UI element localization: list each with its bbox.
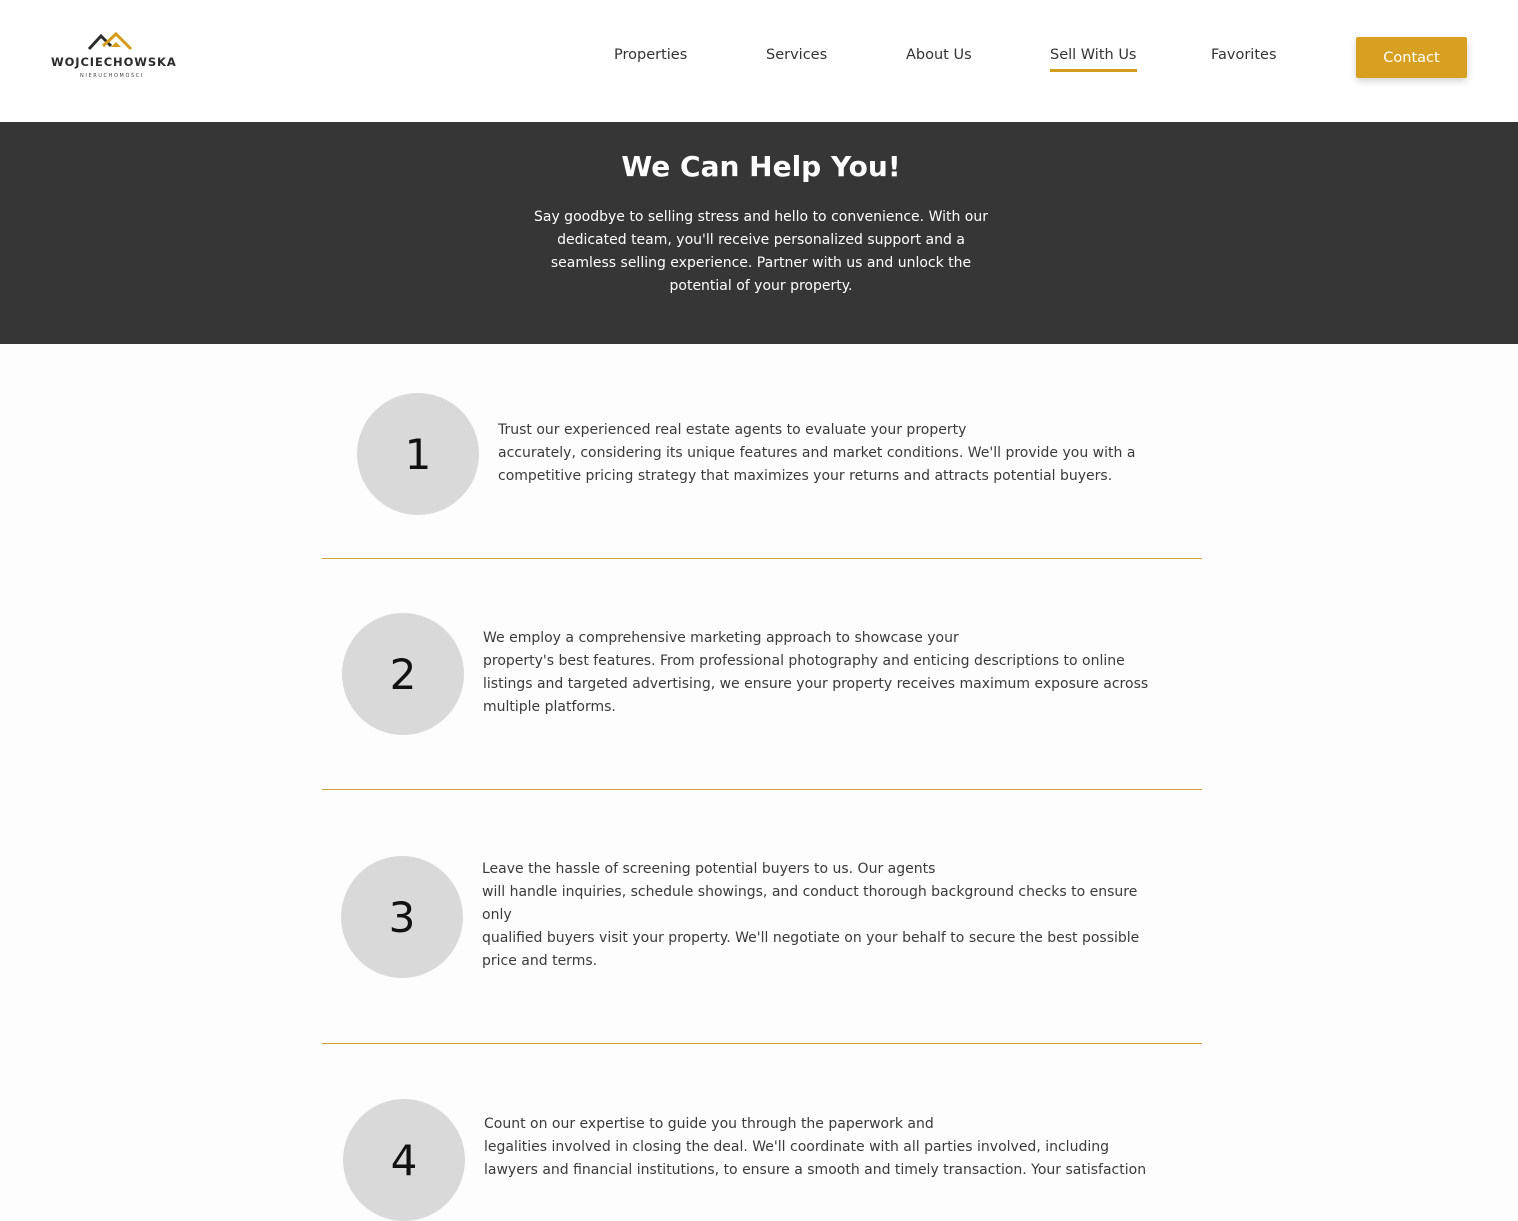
hero-line: Say goodbye to selling stress and hello …	[533, 209, 988, 225]
logo-name: WOJCIECHOWSKA	[51, 55, 177, 69]
nav-services[interactable]: Services	[766, 47, 827, 69]
step-line: Trust our experienced real estate agents…	[498, 422, 967, 438]
nav-about-us[interactable]: About Us	[906, 47, 972, 69]
step-number-circle: 2	[342, 613, 464, 735]
step-line: listings and targeted advertising, we en…	[483, 676, 1149, 692]
step-line: legalities involved in closing the deal.…	[484, 1139, 1109, 1155]
roof-logo-icon	[87, 31, 133, 51]
step-line: qualified buyers visit your property. We…	[482, 930, 1140, 946]
step-line: property's best features. From professio…	[483, 653, 1125, 669]
nav-favorites[interactable]: Favorites	[1211, 47, 1277, 69]
logo[interactable]: WOJCIECHOWSKA NIERUCHOMOŚCI	[51, 31, 177, 83]
step-line: only	[482, 907, 512, 923]
step-line: will handle inquiries, schedule showings…	[482, 884, 1138, 900]
step-line: accurately, considering its unique featu…	[498, 445, 1136, 461]
step-line: multiple platforms.	[483, 699, 616, 715]
step-line: Count on our expertise to guide you thro…	[484, 1116, 934, 1132]
contact-button[interactable]: Contact	[1356, 37, 1467, 78]
step-number-circle: 3	[341, 856, 463, 978]
hero-line: seamless selling experience. Partner wit…	[550, 255, 972, 271]
step-number-circle: 1	[357, 393, 479, 515]
step-line: Leave the hassle of screening potential …	[482, 861, 936, 877]
step-description: Count on our expertise to guide you thro…	[484, 1113, 1146, 1182]
step-description: We employ a comprehensive marketing appr…	[483, 627, 1148, 719]
step-line: price and terms.	[482, 953, 598, 969]
logo-subtitle: NIERUCHOMOŚCI	[80, 73, 144, 79]
step-number-circle: 4	[343, 1099, 465, 1221]
step-description: Trust our experienced real estate agents…	[498, 419, 1135, 488]
hero-line: potential of your property.	[669, 278, 853, 294]
hero-line: dedicated team, you'll receive personali…	[557, 232, 965, 248]
divider	[322, 558, 1202, 559]
site-header: WOJCIECHOWSKA NIERUCHOMOŚCI Properties S…	[0, 0, 1518, 122]
nav-sell-with-us[interactable]: Sell With Us	[1050, 47, 1137, 72]
step-line: We employ a comprehensive marketing appr…	[483, 630, 959, 646]
hero-description: Say goodbye to selling stress and hello …	[520, 206, 1002, 298]
step-description: Leave the hassle of screening potential …	[482, 858, 1139, 973]
divider	[322, 1043, 1202, 1044]
hero-title: We Can Help You!	[621, 150, 901, 183]
divider	[322, 789, 1202, 790]
step-line: competitive pricing strategy that maximi…	[498, 468, 1113, 484]
hero-banner: We Can Help You! Say goodbye to selling …	[0, 122, 1518, 344]
nav-properties[interactable]: Properties	[614, 47, 687, 69]
